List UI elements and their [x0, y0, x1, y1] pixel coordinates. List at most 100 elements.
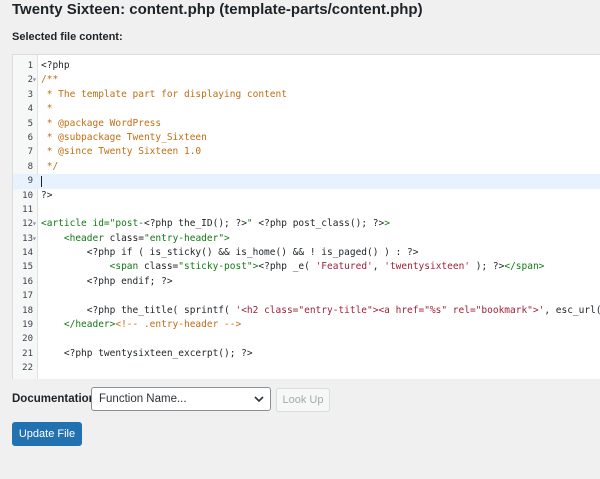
- line-number: 12: [22, 219, 33, 230]
- code-line[interactable]: 19 </header><!-- .entry-header -->: [13, 318, 600, 332]
- code-token: * The template part for displaying conte…: [41, 88, 287, 100]
- line-number: 10: [22, 190, 33, 201]
- code-token: >: [224, 232, 230, 244]
- code-line[interactable]: 7 * @since Twenty Sixteen 1.0: [13, 145, 600, 159]
- function-name-select[interactable]: Function Name...: [91, 387, 271, 411]
- code-token: <?php if ( is_sticky() && is_home() && !…: [41, 247, 419, 259]
- code-token: , esc_url(: [544, 304, 600, 316]
- code-text: * @subpackage Twenty_Sixteen: [41, 131, 207, 145]
- function-name-select-value: Function Name...: [99, 393, 187, 405]
- line-number: 13: [22, 233, 33, 244]
- code-text: <?php the_title( sprintf( '<h2 class="en…: [41, 304, 600, 318]
- code-token: ": [246, 218, 259, 230]
- code-line[interactable]: 22: [13, 361, 600, 375]
- code-line[interactable]: 2 ▾/**: [13, 73, 600, 87]
- code-token: ,: [372, 261, 385, 273]
- line-number: 9: [27, 176, 33, 187]
- code-line[interactable]: 8 */: [13, 160, 600, 174]
- code-text: * The template part for displaying conte…: [41, 88, 287, 102]
- code-token: class=: [143, 261, 179, 273]
- code-token: <header: [41, 232, 110, 244]
- code-token: </span>: [504, 261, 545, 273]
- code-line[interactable]: 6 * @subpackage Twenty_Sixteen: [13, 131, 600, 145]
- code-line[interactable]: 12 ▾ <article id="post-<?php the_ID(); ?>"…: [13, 217, 600, 231]
- code-text: <?php endif; ?>: [41, 275, 173, 289]
- code-text: <?php twentysixteen_excerpt(); ?>: [41, 347, 253, 361]
- line-number: 19: [22, 320, 33, 331]
- code-token: ?>: [41, 189, 53, 201]
- code-token: * @package WordPress: [41, 117, 162, 129]
- code-token: * @subpackage Twenty_Sixteen: [41, 131, 207, 143]
- documentation-label: Documentation:: [12, 393, 100, 405]
- fold-arrow-icon[interactable]: ▾: [32, 232, 38, 246]
- line-number: 4: [27, 104, 33, 115]
- selected-file-label: Selected file content:: [12, 31, 123, 43]
- code-text: <?php: [41, 59, 70, 73]
- code-line[interactable]: 3 * The template part for displaying con…: [13, 88, 600, 102]
- chevron-down-icon: [254, 396, 264, 403]
- code-token: <?php _e(: [258, 261, 316, 273]
- code-text: * @package WordPress: [41, 117, 161, 131]
- line-number: 20: [22, 334, 33, 345]
- code-token: "sticky-post": [178, 261, 253, 273]
- code-token: <span: [41, 261, 144, 273]
- update-file-button[interactable]: Update File: [12, 422, 82, 446]
- code-token: <?php endif; ?>: [41, 275, 173, 287]
- code-text: <?php if ( is_sticky() && is_home() && !…: [41, 246, 419, 260]
- look-up-button[interactable]: Look Up: [276, 388, 330, 412]
- code-token: <?php the_title( sprintf(: [41, 304, 236, 316]
- code-token: <!-- .entry-header -->: [115, 319, 242, 331]
- line-number: 21: [22, 348, 33, 359]
- code-text: *: [41, 102, 53, 116]
- code-token: <?php post_class(); ?>: [258, 218, 385, 230]
- code-token: 'twentysixteen': [384, 261, 471, 273]
- line-number: 11: [22, 204, 33, 215]
- text-cursor: [41, 176, 42, 188]
- code-token: 'Featured': [315, 261, 373, 273]
- line-number: 17: [22, 291, 33, 302]
- code-line[interactable]: 9: [13, 174, 600, 189]
- code-token: >: [384, 218, 390, 230]
- code-token: <article: [41, 218, 93, 230]
- code-token: id="post-: [92, 218, 144, 230]
- code-text: <article id="post-<?php the_ID(); ?>" <?…: [41, 217, 390, 231]
- line-number: 8: [27, 161, 33, 172]
- line-number: 6: [27, 132, 33, 143]
- code-text: ?>: [41, 189, 52, 203]
- code-line[interactable]: 14 <?php if ( is_sticky() && is_home() &…: [13, 246, 600, 260]
- code-line[interactable]: 5 * @package WordPress: [13, 117, 600, 131]
- code-token: "entry-header": [143, 232, 225, 244]
- line-number: 15: [22, 262, 33, 273]
- code-line[interactable]: 15 <span class="sticky-post"><?php _e( '…: [13, 260, 600, 274]
- line-number: 3: [27, 89, 33, 100]
- page-title: Twenty Sixteen: content.php (template-pa…: [12, 1, 423, 18]
- code-line[interactable]: 17: [13, 289, 600, 303]
- code-editor[interactable]: 1 <?php 2 ▾/** 3 * The template part for dis…: [12, 54, 600, 379]
- code-line[interactable]: 20: [13, 332, 600, 346]
- code-text: </header><!-- .entry-header -->: [41, 318, 241, 332]
- code-line[interactable]: 18 <?php the_title( sprintf( '<h2 class=…: [13, 304, 600, 318]
- code-token: * @since Twenty Sixteen 1.0: [41, 146, 202, 158]
- line-number: 16: [22, 276, 33, 287]
- code-token: '<h2 class="entry-title"><a href="%s" re…: [235, 304, 545, 316]
- code-line[interactable]: 4 *: [13, 102, 600, 116]
- code-line[interactable]: 1 <?php: [13, 59, 600, 73]
- line-number: 1: [27, 61, 33, 71]
- code-line[interactable]: 10 ?>: [13, 189, 600, 203]
- code-lines[interactable]: 1 <?php 2 ▾/** 3 * The template part for dis…: [13, 59, 600, 376]
- code-line[interactable]: 11: [13, 203, 600, 217]
- code-line[interactable]: 13 ▾ <header class="entry-header">: [13, 232, 600, 246]
- line-number: 7: [27, 147, 33, 158]
- line-number: 22: [22, 363, 33, 374]
- code-token: <?php the_ID(); ?>: [143, 218, 247, 230]
- code-line[interactable]: 21 <?php twentysixteen_excerpt(); ?>: [13, 347, 600, 361]
- fold-arrow-icon[interactable]: ▾: [32, 217, 38, 231]
- line-number: 18: [22, 305, 33, 316]
- line-number: 2: [27, 75, 33, 86]
- code-text: <header class="entry-header">: [41, 232, 230, 246]
- code-token: class=: [109, 232, 144, 244]
- fold-arrow-icon[interactable]: ▾: [32, 73, 38, 87]
- code-token: ); ?>: [470, 261, 505, 273]
- code-line[interactable]: 16 <?php endif; ?>: [13, 275, 600, 289]
- code-text: * @since Twenty Sixteen 1.0: [41, 145, 201, 159]
